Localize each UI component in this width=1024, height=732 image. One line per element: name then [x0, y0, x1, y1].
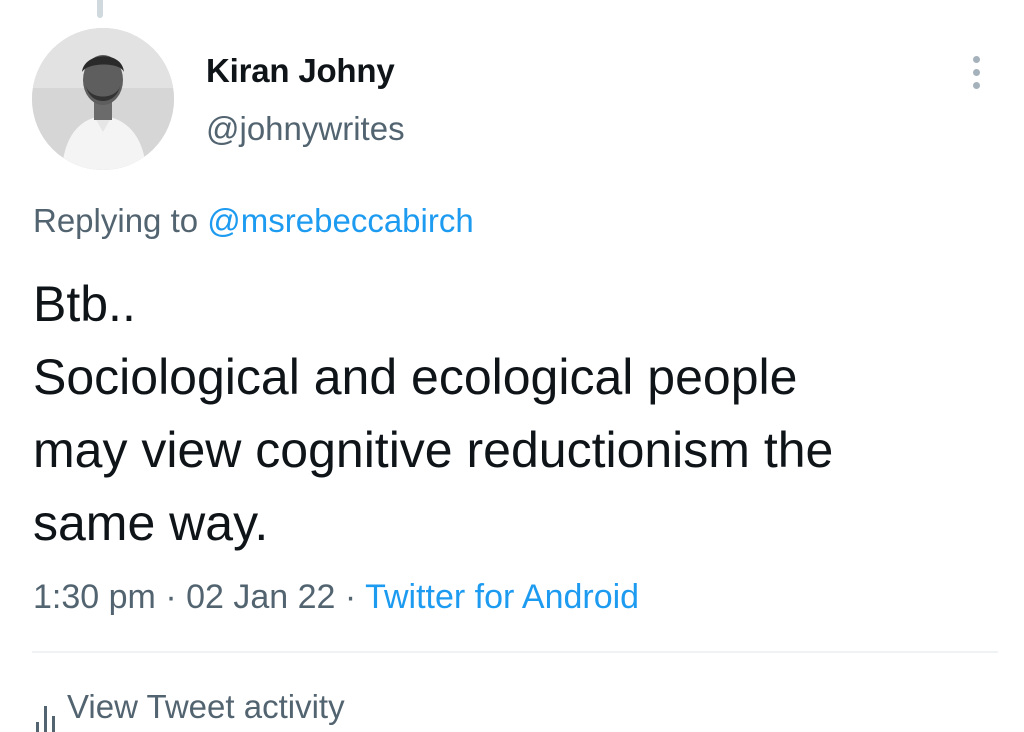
- avatar-photo: [32, 28, 174, 170]
- tweet-source-link[interactable]: Twitter for Android: [365, 578, 639, 616]
- meta-separator: ·: [344, 578, 357, 616]
- replying-to-label: Replying to: [33, 202, 199, 239]
- view-tweet-activity-label: View Tweet activity: [67, 688, 345, 725]
- tweet-text-line: same way.: [33, 495, 269, 551]
- reply-mention-link[interactable]: @msrebeccabirch: [207, 202, 473, 239]
- bar-chart-icon: [36, 706, 55, 732]
- author-display-name[interactable]: Kiran Johny: [206, 52, 395, 90]
- more-vertical-icon: [972, 55, 980, 63]
- more-options-button[interactable]: [958, 50, 994, 94]
- tweet-metadata: 1:30 pm · 02 Jan 22 · Twitter for Androi…: [33, 578, 639, 617]
- view-tweet-activity-link[interactable]: View Tweet activity: [36, 688, 345, 732]
- more-vertical-icon-dot: [972, 81, 980, 89]
- tweet-text-line: Sociological and ecological people: [33, 349, 798, 405]
- tweet-time[interactable]: 1:30 pm: [33, 578, 156, 616]
- tweet-date[interactable]: 02 Jan 22: [186, 578, 335, 616]
- divider: [32, 651, 998, 653]
- tweet-text: Btb.. Sociological and ecological people…: [33, 268, 993, 560]
- meta-separator: ·: [165, 578, 177, 616]
- replying-to-line: Replying to @msrebeccabirch: [33, 202, 474, 240]
- tweet-text-line: Btb..: [33, 276, 136, 332]
- thread-connector-line: [97, 0, 103, 18]
- more-vertical-icon-dot: [972, 68, 980, 76]
- tweet-text-line: may view cognitive reductionism the: [33, 422, 834, 478]
- author-handle[interactable]: @johnywrites: [206, 110, 405, 148]
- avatar[interactable]: [32, 28, 174, 170]
